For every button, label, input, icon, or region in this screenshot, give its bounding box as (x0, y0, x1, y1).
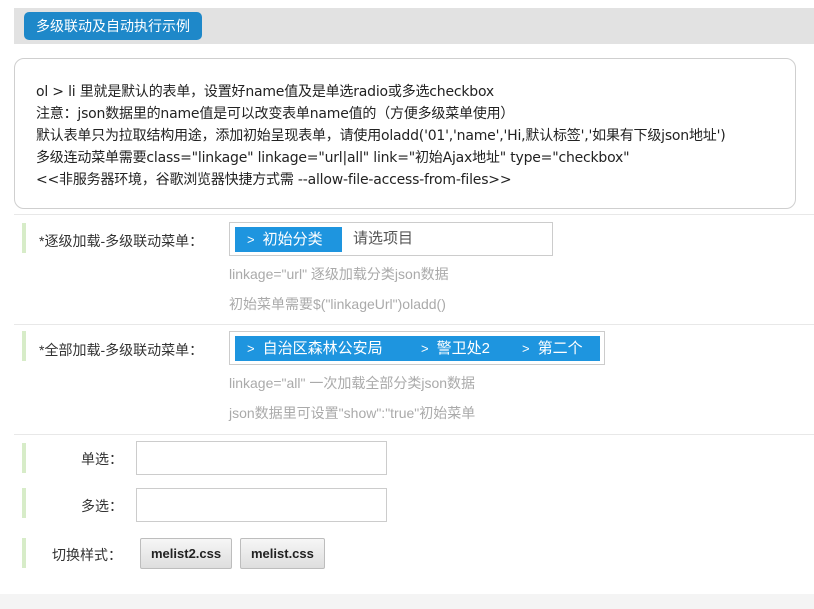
chevron-right-icon: > (421, 341, 429, 356)
melist2-css-button[interactable]: melist2.css (140, 538, 233, 569)
checkbox-field[interactable] (136, 488, 387, 522)
row-label: *逐级加载-多级联动菜单： (39, 233, 204, 249)
header-bar: 多级联动及自动执行示例 (14, 8, 814, 44)
chip-label: 警卫处2 (436, 340, 490, 357)
linkage-chip[interactable]: > 警卫处2 (421, 336, 490, 361)
row-marker (22, 223, 26, 253)
linkage-placeholder[interactable]: 请选项目 (353, 223, 413, 255)
row-label: 单选： (81, 451, 123, 467)
row-marker (22, 443, 26, 473)
row-checkbox: 多选： (14, 484, 814, 534)
radio-field[interactable] (136, 441, 387, 475)
row-all-linkage: *全部加载-多级联动菜单： > 自治区森林公安局 > 警卫处2 > 第二个 linka… (14, 324, 814, 434)
info-line: 注意：json数据里的name值是可以改变表单name值的（方便多级菜单使用） (36, 106, 515, 122)
linkage-select-url[interactable]: > 初始分类 请选项目 (229, 222, 553, 256)
row-marker (22, 538, 26, 568)
chip-label: 自治区森林公安局 (262, 340, 383, 357)
linkage-chip[interactable]: > 第二个 (522, 336, 583, 361)
row-label: 多选： (81, 498, 123, 514)
info-line: 多级连动菜单需要class="linkage" linkage="url|all… (36, 150, 630, 166)
page-title: 多级联动及自动执行示例 (24, 12, 202, 40)
chip-label: 初始分类 (262, 231, 323, 248)
linkage-chip[interactable]: > 自治区森林公安局 (247, 336, 383, 361)
row-style-switch: 切换样式： melist2.css melist.css (14, 534, 814, 584)
info-line: ol > li 里就是默认的表单，设置好name值及是单选radio或多选che… (36, 84, 494, 100)
hint-text: linkage="url" 逐级加载分类json数据 (229, 266, 449, 282)
row-url-linkage: *逐级加载-多级联动菜单： > 初始分类 请选项目 linkage="url" 逐… (14, 214, 814, 324)
hint-text: linkage="all" 一次加载全部分类json数据 (229, 375, 476, 391)
row-label: 切换样式： (52, 547, 122, 563)
row-marker (22, 331, 26, 361)
hint-text: json数据里可设置"show":"true"初始菜单 (229, 405, 476, 421)
linkage-chip[interactable]: > 初始分类 (235, 227, 342, 252)
info-box: ol > li 里就是默认的表单，设置好name值及是单选radio或多选che… (14, 58, 796, 209)
row-label: *全部加载-多级联动菜单： (39, 342, 204, 358)
linkage-select-all[interactable]: > 自治区森林公安局 > 警卫处2 > 第二个 (229, 331, 605, 365)
row-radio: 单选： (14, 434, 814, 484)
page-footer-strip (0, 594, 814, 609)
hint-text: 初始菜单需要$("linkageUrl")oladd() (229, 296, 446, 312)
chevron-right-icon: > (247, 232, 255, 247)
row-marker (22, 488, 26, 518)
chevron-right-icon: > (247, 341, 255, 356)
linkage-chip-group: > 自治区森林公安局 > 警卫处2 > 第二个 (235, 336, 600, 361)
info-line: 默认表单只为拉取结构用途，添加初始呈现表单，请使用oladd('01','nam… (36, 128, 726, 144)
chevron-right-icon: > (522, 341, 530, 356)
chip-label: 第二个 (537, 340, 583, 357)
info-line: <<非服务器环境，谷歌浏览器快捷方式需 --allow-file-access-… (36, 172, 512, 188)
melist-css-button[interactable]: melist.css (240, 538, 325, 569)
